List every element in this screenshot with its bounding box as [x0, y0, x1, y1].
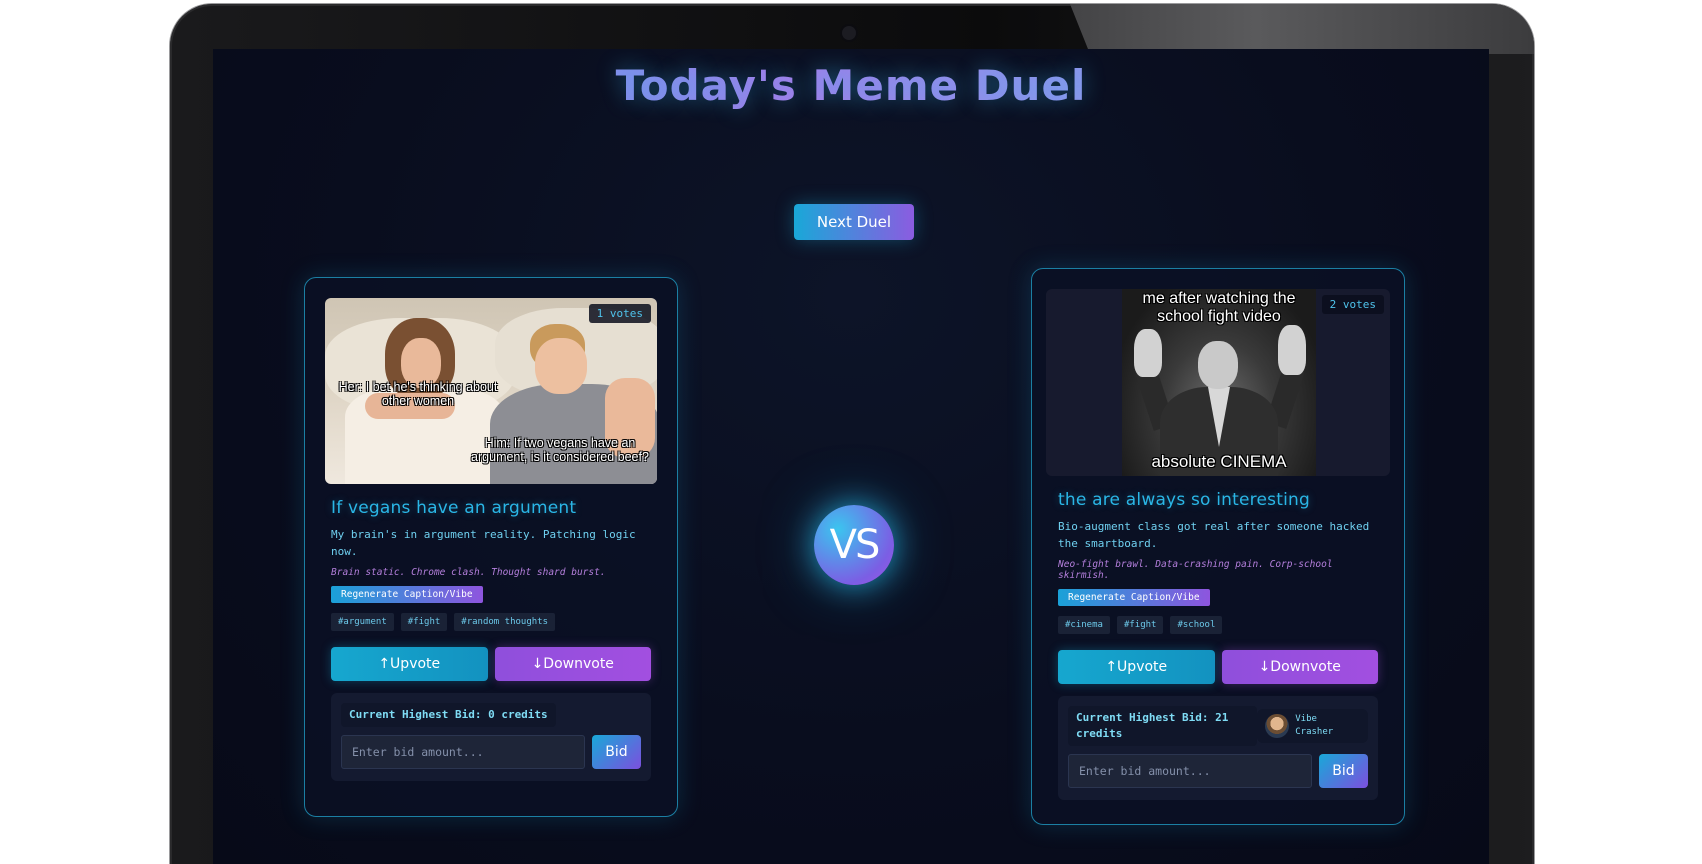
meme-vibe: Neo-fight brawl. Data-crashing pain. Cor… — [1058, 559, 1333, 581]
tag-list: #cinema #fight #school — [1058, 616, 1378, 634]
laptop-bezel-reflection — [1070, 4, 1534, 54]
vote-count-badge: 2 votes — [1321, 295, 1384, 314]
tag[interactable]: #fight — [1116, 616, 1164, 634]
downvote-button[interactable]: ↓Downvote — [1221, 650, 1378, 684]
meme-vibe: Brain static. Chrome clash. Thought shar… — [331, 567, 606, 578]
tag[interactable]: #fight — [400, 613, 448, 631]
bid-button[interactable]: Bid — [1319, 754, 1368, 788]
webcam-icon — [842, 26, 856, 40]
app-screen: Today's Meme Duel Next Duel Her: I bet h… — [213, 49, 1489, 864]
vote-count-badge: 1 votes — [588, 304, 651, 323]
meme-title: If vegans have an argument — [331, 498, 577, 518]
meme-description: Bio-augment class got real after someone… — [1058, 520, 1370, 550]
tag[interactable]: #argument — [331, 613, 394, 631]
meme-photo-cinema: me after watching the school fight video… — [1122, 289, 1316, 476]
bid-button[interactable]: Bid — [592, 735, 641, 769]
upvote-button[interactable]: ↑Upvote — [1058, 650, 1215, 684]
bid-panel: Current Highest Bid: 21 credits Vibe Cra… — [1058, 696, 1378, 800]
current-highest-bid: Current Highest Bid: 0 credits — [341, 703, 556, 727]
meme-caption-her: Her: I bet he's thinking about other wom… — [338, 380, 498, 408]
meme-card-right: me after watching the school fight video… — [1031, 268, 1405, 825]
meme-image[interactable]: Her: I bet he's thinking about other wom… — [325, 298, 657, 484]
meme-title: the are always so interesting — [1058, 490, 1310, 510]
bid-amount-input[interactable] — [341, 735, 585, 769]
current-highest-bid: Current Highest Bid: 21 credits — [1068, 706, 1258, 746]
vote-buttons: ↑Upvote ↓Downvote — [331, 647, 651, 681]
meme-caption-top: me after watching the school fight video — [1142, 290, 1296, 325]
regenerate-caption-button[interactable]: Regenerate Caption/Vibe — [1058, 589, 1210, 606]
bid-amount-input[interactable] — [1068, 754, 1312, 788]
vs-badge: VS — [814, 505, 894, 585]
meme-card-left: Her: I bet he's thinking about other wom… — [304, 277, 678, 817]
upvote-button[interactable]: ↑Upvote — [331, 647, 488, 681]
downvote-button[interactable]: ↓Downvote — [494, 647, 651, 681]
meme-description: My brain's in argument reality. Patching… — [331, 528, 636, 558]
page-title: Today's Meme Duel — [213, 61, 1489, 110]
meme-image[interactable]: me after watching the school fight video… — [1046, 289, 1390, 476]
meme-caption-bottom: absolute CINEMA — [1151, 452, 1287, 471]
tag[interactable]: #cinema — [1058, 616, 1110, 634]
bid-panel: Current Highest Bid: 0 credits Bid — [331, 693, 651, 781]
tag-list: #argument #fight #random thoughts — [331, 613, 651, 631]
next-duel-button[interactable]: Next Duel — [794, 204, 914, 240]
vote-buttons: ↑Upvote ↓Downvote — [1058, 650, 1378, 684]
regenerate-caption-button[interactable]: Regenerate Caption/Vibe — [331, 586, 483, 603]
top-bidder-name: Vibe Crasher — [1295, 714, 1334, 737]
tag[interactable]: #random thoughts — [454, 613, 555, 631]
tag[interactable]: #school — [1170, 616, 1223, 634]
top-bidder-chip[interactable]: Vibe Crasher — [1257, 709, 1368, 743]
meme-caption-him: Him: If two vegans have an argument, is … — [471, 436, 649, 464]
avatar — [1265, 714, 1290, 738]
